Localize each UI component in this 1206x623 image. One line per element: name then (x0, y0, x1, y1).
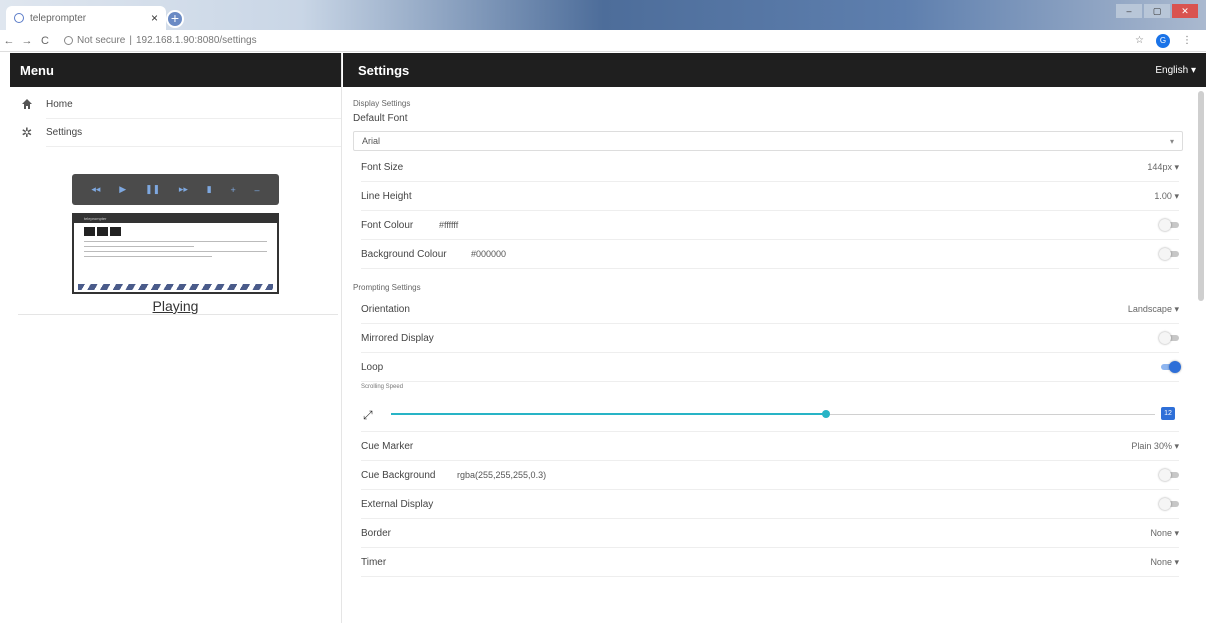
maximize-button[interactable]: ▢ (1144, 4, 1170, 18)
background-colour-value[interactable]: #000000 (471, 249, 506, 259)
scrolling-speed-row: Scrolling Speed ⤢ 12 (361, 382, 1179, 432)
stop-button[interactable]: ▮ (207, 184, 212, 195)
speed-up-button[interactable]: + (230, 185, 235, 195)
font-size-row[interactable]: Font Size 144px ▾ (361, 153, 1179, 182)
external-display-row: External Display (361, 490, 1179, 519)
menu-item-settings[interactable]: ✲ Settings (22, 119, 341, 147)
thumbnail-header: teleprompter (74, 215, 277, 223)
border-row[interactable]: Border None ▾ (361, 519, 1179, 548)
thumbnail-cue-stripe (78, 284, 273, 290)
line-height-select[interactable]: 1.00 ▾ (1154, 191, 1179, 202)
menu-panel: Menu Home ✲ Settings ◂◂ ▶ ❚❚ ▸▸ ▮ + – te… (10, 53, 342, 623)
scrolling-speed-label: Scrolling Speed (361, 384, 404, 390)
app: Menu Home ✲ Settings ◂◂ ▶ ❚❚ ▸▸ ▮ + – te… (10, 53, 1206, 623)
mirrored-display-row: Mirrored Display (361, 324, 1179, 353)
scrolling-speed-value[interactable]: 12 (1161, 407, 1175, 420)
border-select[interactable]: None ▾ (1150, 528, 1179, 539)
forward-button[interactable]: → (18, 35, 36, 47)
favicon-icon (14, 13, 24, 23)
resize-arrows-icon: ⤢ (363, 408, 373, 422)
orientation-select[interactable]: Landscape ▾ (1128, 304, 1179, 315)
thumbnail-text-lines (84, 241, 267, 257)
cue-background-value[interactable]: rgba(255,255,255,0.3) (457, 470, 546, 480)
menu-item-label: Home (46, 99, 73, 110)
gear-icon: ✲ (21, 125, 33, 140)
menu-divider (18, 314, 338, 315)
background-colour-toggle[interactable] (1159, 248, 1179, 260)
browser-tab[interactable]: teleprompter × (6, 6, 166, 30)
pause-button[interactable]: ❚❚ (145, 184, 160, 195)
default-font-select[interactable]: Arial ▾ (353, 131, 1183, 151)
info-icon[interactable] (64, 36, 73, 45)
play-button[interactable]: ▶ (119, 184, 126, 195)
default-font-label: Default Font (353, 113, 408, 124)
player-controls: ◂◂ ▶ ❚❚ ▸▸ ▮ + – (72, 174, 279, 205)
orientation-row[interactable]: Orientation Landscape ▾ (361, 295, 1179, 324)
profile-avatar[interactable]: G (1156, 33, 1170, 48)
rewind-button[interactable]: ◂◂ (91, 184, 100, 195)
chevron-down-icon: ▾ (1169, 136, 1174, 146)
browser-tab-bar: teleprompter × + – ▢ ✕ (0, 0, 1206, 30)
display-settings-heading: Display Settings (353, 99, 411, 108)
language-select[interactable]: English ▾ (1155, 65, 1196, 76)
menu-header: Menu (10, 53, 341, 87)
loop-row: Loop (361, 353, 1181, 382)
line-height-row[interactable]: Line Height 1.00 ▾ (361, 182, 1179, 211)
font-colour-toggle[interactable] (1159, 219, 1179, 231)
font-colour-value[interactable]: #ffffff (439, 220, 458, 230)
url-field[interactable]: Not secure | 192.168.1.90:8080/settings (64, 35, 257, 46)
bookmark-star-icon[interactable]: ☆ (1135, 35, 1144, 46)
font-size-select[interactable]: 144px ▾ (1147, 162, 1179, 173)
scrolling-speed-thumb[interactable] (822, 410, 831, 418)
window-close-button[interactable]: ✕ (1172, 4, 1198, 18)
settings-header: Settings English ▾ (343, 53, 1206, 87)
background-colour-row: Background Colour #000000 (361, 240, 1179, 269)
settings-scrollbar[interactable] (1198, 91, 1204, 301)
settings-panel: Settings English ▾ Display Settings Defa… (343, 53, 1206, 623)
window-controls: – ▢ ✕ (1116, 4, 1198, 18)
address-bar: ← → C Not secure | 192.168.1.90:8080/set… (0, 30, 1206, 52)
new-tab-button[interactable]: + (166, 10, 184, 28)
cue-background-row: Cue Background rgba(255,255,255,0.3) (361, 461, 1179, 490)
reload-button[interactable]: C (36, 35, 54, 47)
url-text: 192.168.1.90:8080/settings (135, 35, 257, 46)
preview-status: Playing (152, 298, 199, 314)
tab-title: teleprompter (30, 12, 87, 24)
fast-forward-button[interactable]: ▸▸ (179, 184, 188, 195)
cue-marker-row[interactable]: Cue Marker Plain 30% ▾ (361, 432, 1179, 461)
loop-toggle[interactable] (1159, 361, 1181, 373)
mirrored-display-toggle[interactable] (1159, 332, 1179, 344)
menu-item-home[interactable]: Home (22, 91, 341, 119)
minimize-button[interactable]: – (1116, 4, 1142, 18)
cue-background-toggle[interactable] (1159, 469, 1179, 481)
prompting-settings-heading: Prompting Settings (353, 283, 421, 292)
chevron-down-icon: ▾ (1190, 64, 1196, 76)
back-button[interactable]: ← (0, 35, 18, 47)
preview-thumbnail[interactable]: teleprompter (72, 213, 279, 294)
font-colour-row: Font Colour #ffffff (361, 211, 1179, 240)
speed-down-button[interactable]: – (255, 185, 260, 195)
home-icon (20, 98, 34, 112)
scrolling-speed-fill (391, 413, 827, 415)
cue-marker-select[interactable]: Plain 30% ▾ (1131, 441, 1179, 452)
settings-title: Settings (358, 62, 410, 78)
tab-close-icon[interactable]: × (151, 11, 158, 25)
timer-select[interactable]: None ▾ (1150, 557, 1179, 568)
menu-item-label: Settings (46, 127, 83, 138)
browser-menu-icon[interactable]: ⋮ (1182, 35, 1192, 46)
menu-title: Menu (20, 62, 54, 78)
thumbnail-buttons (84, 227, 277, 236)
external-display-toggle[interactable] (1159, 498, 1179, 510)
settings-scroll-area[interactable]: Display Settings Default Font Arial ▾ Fo… (343, 87, 1189, 623)
timer-row[interactable]: Timer None ▾ (361, 548, 1179, 577)
security-label: Not secure (77, 35, 126, 46)
